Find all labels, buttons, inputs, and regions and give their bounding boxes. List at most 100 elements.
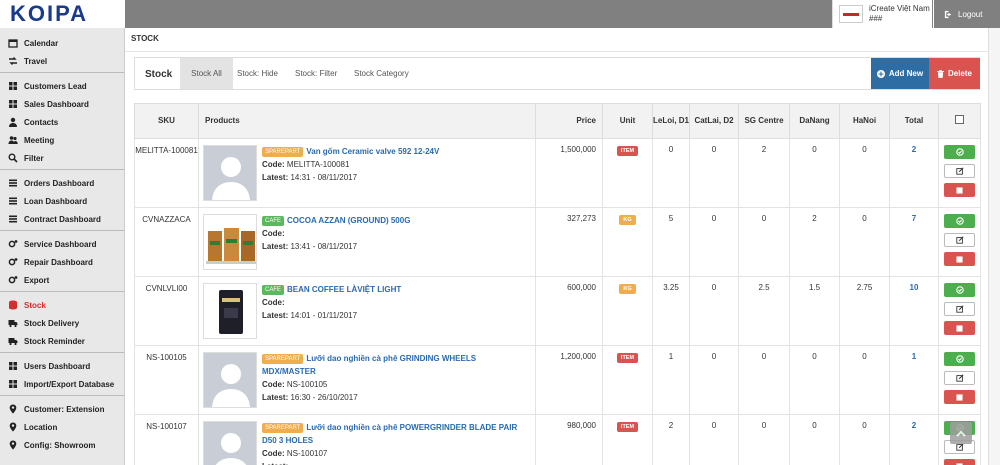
sidebar-item-import-export-database[interactable]: Import/Export Database — [0, 375, 124, 393]
sidebar-item-sales-dashboard[interactable]: Sales Dashboard — [0, 95, 124, 113]
edit-button[interactable] — [944, 233, 975, 247]
marker-icon — [9, 440, 17, 450]
hanoi-qty: 0 — [839, 414, 890, 465]
user-profile[interactable]: iCreate Việt Nam ### — [832, 0, 932, 28]
sku-cell: NS-100105 — [134, 345, 199, 415]
sidebar-item-repair-dashboard[interactable]: Repair Dashboard — [0, 253, 124, 271]
approve-button[interactable] — [944, 145, 975, 159]
edit-button[interactable] — [944, 164, 975, 178]
unit-badge: ITEM — [616, 353, 639, 363]
header-danang: DaNang — [789, 103, 840, 139]
stock-table: SKU Products Price Unit LeLoi, D1 CatLai… — [134, 103, 981, 465]
sidebar-item-orders-dashboard[interactable]: Orders Dashboard — [0, 174, 124, 192]
table-row: MELITTA-100081 SPAREPART Van gốm Ceramic v… — [134, 138, 981, 208]
sidebar-item-location[interactable]: Location — [0, 418, 124, 436]
danang-qty: 2 — [789, 207, 840, 277]
square-icon — [956, 186, 963, 194]
logo[interactable]: KOIPA — [0, 0, 125, 28]
total-qty[interactable]: 2 — [889, 138, 939, 208]
remove-button[interactable] — [944, 183, 975, 197]
product-image-cocoa — [204, 215, 256, 269]
approve-button[interactable] — [944, 352, 975, 366]
chevron-up-icon — [956, 430, 966, 437]
grid-icon — [9, 100, 17, 108]
product-cell: CAFE COCOA AZZAN (GROUND) 500G Code: Lates… — [198, 207, 536, 277]
category-badge: SPAREPART — [262, 354, 304, 364]
product-code: NS-100107 — [286, 449, 328, 458]
unit-badge: ITEM — [616, 422, 639, 432]
edit-button[interactable] — [944, 302, 975, 316]
hanoi-qty: 0 — [839, 138, 890, 208]
catlai-qty: 0 — [689, 138, 739, 208]
approve-button[interactable] — [944, 214, 975, 228]
unit-badge: KG — [619, 284, 636, 294]
approve-button[interactable] — [944, 283, 975, 297]
total-qty[interactable]: 1 — [889, 345, 939, 415]
product-cell: CAFE BEAN COFFEE LÀVIỆT LIGHT Code: Latest… — [198, 276, 536, 346]
header-products: Products — [198, 103, 536, 139]
total-qty[interactable]: 10 — [889, 276, 939, 346]
sidebar-item-contract-dashboard[interactable]: Contract Dashboard — [0, 210, 124, 228]
sidebar-item-label: Users Dashboard — [24, 361, 91, 371]
catlai-qty: 0 — [689, 345, 739, 415]
code-label: Code: — [262, 449, 285, 458]
grid-icon — [9, 82, 17, 90]
edit-button[interactable] — [944, 371, 975, 385]
product-name-link[interactable]: COCOA AZZAN (GROUND) 500G — [287, 216, 410, 225]
tab-stock-category[interactable]: Stock Category — [354, 58, 409, 89]
product-name-link[interactable]: Van gốm Ceramic valve 592 12-24V — [306, 147, 439, 156]
check-circle-icon — [955, 286, 964, 294]
sidebar-item-label: Loan Dashboard — [24, 196, 88, 206]
delete-button[interactable]: Delete — [929, 58, 980, 89]
sidebar-item-contacts[interactable]: Contacts — [0, 113, 124, 131]
product-name-link[interactable]: BEAN COFFEE LÀVIỆT LIGHT — [287, 285, 401, 294]
sidebar-item-service-dashboard[interactable]: Service Dashboard — [0, 235, 124, 253]
header-sku: SKU — [134, 103, 199, 139]
sidebar-item-stock[interactable]: Stock — [0, 296, 124, 314]
leloi-qty: 1 — [652, 345, 690, 415]
remove-button[interactable] — [944, 390, 975, 404]
sidebar-item-label: Contacts — [24, 117, 59, 127]
total-qty[interactable]: 2 — [889, 414, 939, 465]
catlai-qty: 0 — [689, 414, 739, 465]
sidebar-item-export[interactable]: Export — [0, 271, 124, 289]
remove-button[interactable] — [944, 459, 975, 465]
search-icon — [8, 153, 18, 163]
tab-stock-hide[interactable]: Stock: Hide — [237, 58, 278, 89]
back-to-top-button[interactable] — [950, 422, 972, 444]
breadcrumb: STOCK — [131, 34, 159, 43]
sku-cell: NS-100107 — [134, 414, 199, 465]
sidebar-item-label: Import/Export Database — [24, 379, 115, 389]
sidebar-item-customer-extension[interactable]: Customer: Extension — [0, 400, 124, 418]
category-badge: CAFE — [262, 216, 285, 226]
stock-toolbar: Stock Stock All Stock: Hide Stock: Filte… — [134, 57, 980, 90]
sidebar-divider — [0, 169, 124, 170]
header-unit: Unit — [602, 103, 653, 139]
tab-stock-all[interactable]: Stock All — [180, 58, 233, 89]
sidebar-item-customers-lead[interactable]: Customers Lead — [0, 77, 124, 95]
unit-cell: ITEM — [602, 138, 653, 208]
sidebar-item-stock-reminder[interactable]: Stock Reminder — [0, 332, 124, 350]
actions-cell — [938, 276, 981, 346]
sidebar-item-stock-delivery[interactable]: Stock Delivery — [0, 314, 124, 332]
sidebar-item-loan-dashboard[interactable]: Loan Dashboard — [0, 192, 124, 210]
sidebar-item-meeting[interactable]: Meeting — [0, 131, 124, 149]
sgcentre-qty: 2.5 — [738, 276, 790, 346]
table-row: CVNAZZACA CAFE COCOA AZZAN (GROUND) 500G Co… — [134, 207, 981, 277]
total-qty[interactable]: 7 — [889, 207, 939, 277]
product-cell: SPAREPART Lưỡi dao nghiền cà phê POWERGRI… — [198, 414, 536, 465]
category-badge: SPAREPART — [262, 147, 304, 157]
add-new-button[interactable]: Add New — [871, 58, 929, 89]
tab-stock-filter[interactable]: Stock: Filter — [295, 58, 337, 89]
scrollbar[interactable] — [988, 28, 1000, 465]
remove-button[interactable] — [944, 321, 975, 335]
sidebar-item-config-showroom[interactable]: Config: Showroom — [0, 436, 124, 454]
logout-button[interactable]: Logout — [933, 0, 1000, 28]
sidebar-item-users-dashboard[interactable]: Users Dashboard — [0, 357, 124, 375]
sidebar-item-travel[interactable]: Travel — [0, 52, 124, 70]
sidebar-item-filter[interactable]: Filter — [0, 149, 124, 167]
code-label: Code: — [262, 160, 285, 169]
sidebar-item-calendar[interactable]: Calendar — [0, 34, 124, 52]
select-all-checkbox[interactable] — [955, 114, 964, 124]
remove-button[interactable] — [944, 252, 975, 266]
